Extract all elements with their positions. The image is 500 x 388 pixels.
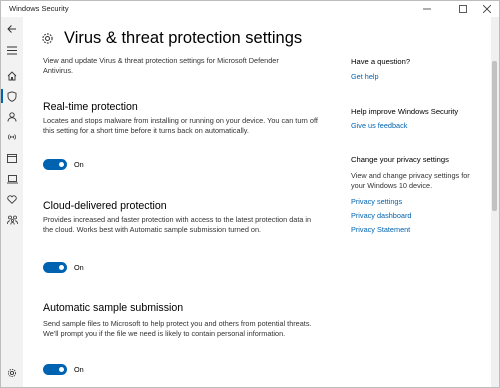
help-improve-heading: Help improve Windows Security	[351, 107, 459, 116]
privacy-statement-link[interactable]: Privacy Statement	[351, 225, 410, 234]
app-browser-window-icon	[7, 153, 17, 163]
section-title-automatic-sample-submission: Automatic sample submission	[43, 302, 184, 314]
vertical-scrollbar[interactable]	[491, 17, 499, 387]
section-title-cloud-delivered-protection: Cloud-delivered protection	[43, 200, 167, 212]
nav-firewall-network[interactable]	[1, 128, 23, 146]
heart-icon	[7, 194, 17, 204]
give-feedback-link[interactable]: Give us feedback	[351, 121, 407, 130]
nav-device-security[interactable]	[1, 170, 23, 188]
privacy-settings-heading: Change your privacy settings	[351, 155, 449, 164]
have-a-question-heading: Have a question?	[351, 57, 411, 66]
nav-device-performance-health[interactable]	[1, 190, 23, 208]
back-button[interactable]	[1, 20, 23, 38]
close-icon	[483, 5, 491, 13]
title-bar: Windows Security	[1, 1, 499, 17]
person-icon	[7, 112, 17, 122]
toggle-state-label: On	[74, 160, 84, 169]
back-arrow-icon	[7, 25, 16, 33]
section-title-real-time-protection: Real-time protection	[43, 101, 138, 113]
page-header: Virus & threat protection settings	[41, 29, 302, 48]
app-title: Windows Security	[9, 4, 69, 13]
section-description-automatic-sample-submission: Send sample files to Microsoft to help p…	[43, 319, 312, 338]
page-description: View and update Virus & threat protectio…	[43, 56, 279, 75]
nav-virus-threat-protection[interactable]	[1, 87, 23, 105]
real-time-protection-toggle[interactable]	[43, 159, 67, 170]
laptop-icon	[6, 174, 18, 183]
family-icon	[6, 215, 18, 225]
gear-icon	[42, 33, 53, 44]
maximize-icon	[459, 5, 467, 13]
toggle-knob	[59, 265, 64, 270]
gear-icon	[7, 368, 17, 378]
wifi-antenna-icon	[8, 134, 16, 140]
automatic-sample-submission-toggle[interactable]	[43, 364, 67, 375]
maximize-button[interactable]	[451, 1, 475, 17]
minimize-button[interactable]	[415, 1, 439, 17]
toggle-state-label: On	[74, 365, 84, 374]
cloud-delivered-protection-toggle[interactable]	[43, 262, 67, 273]
section-description-cloud-delivered-protection: Provides increased and faster protection…	[43, 215, 312, 234]
page-title: Virus & threat protection settings	[64, 29, 303, 47]
privacy-settings-link[interactable]: Privacy settings	[351, 197, 402, 206]
toggle-knob	[59, 367, 64, 372]
toggle-knob	[59, 162, 64, 167]
nav-home[interactable]	[1, 67, 23, 85]
hamburger-menu-icon	[7, 46, 17, 54]
shield-icon	[7, 90, 17, 102]
minimize-icon	[423, 8, 431, 10]
menu-button[interactable]	[1, 41, 23, 59]
navigation-rail	[1, 17, 23, 387]
toggle-state-label: On	[74, 263, 84, 272]
home-icon	[7, 71, 17, 81]
scrollbar-thumb[interactable]	[492, 61, 497, 211]
section-description-real-time-protection: Locates and stops malware from installin…	[43, 116, 318, 135]
nav-app-browser-control[interactable]	[1, 149, 23, 167]
privacy-settings-description: View and change privacy settings for you…	[351, 171, 470, 190]
windows-security-window: Windows Security Virus & threat protecti…	[0, 0, 500, 388]
nav-family-options[interactable]	[1, 211, 23, 229]
nav-account-protection[interactable]	[1, 108, 23, 126]
main-content: Virus & threat protection settings View …	[23, 17, 323, 387]
get-help-link[interactable]: Get help	[351, 72, 379, 81]
nav-settings[interactable]	[1, 364, 23, 382]
close-button[interactable]	[475, 1, 499, 17]
privacy-dashboard-link[interactable]: Privacy dashboard	[351, 211, 411, 220]
